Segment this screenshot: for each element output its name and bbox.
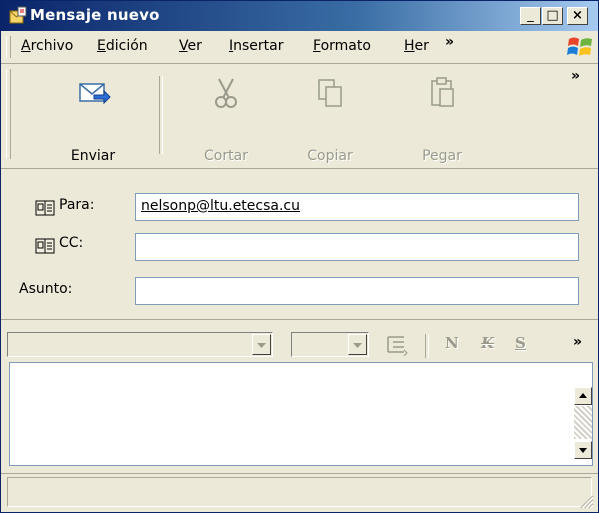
title-bar[interactable]: Mensaje nuevo _ □ × — [1, 1, 598, 31]
address-book-icon[interactable] — [35, 238, 55, 254]
arrow-up-icon — [579, 393, 587, 398]
maximize-button[interactable]: □ — [542, 7, 563, 25]
cc-field[interactable] — [135, 233, 579, 261]
size-select[interactable] — [291, 332, 369, 357]
scissors-icon — [215, 78, 237, 108]
italic-button[interactable]: K — [481, 334, 494, 352]
cut-label: Cortar — [204, 148, 248, 164]
to-label: Para: — [59, 197, 95, 213]
paste-icon — [431, 77, 454, 107]
menu-grip[interactable] — [6, 36, 11, 58]
windows-logo-icon — [567, 37, 592, 56]
send-label: Enviar — [70, 148, 116, 164]
menu-insertar[interactable]: Insertar — [229, 38, 284, 54]
paste-button[interactable]: Pegar — [397, 68, 487, 164]
arrow-down-icon — [579, 448, 587, 453]
message-body[interactable] — [9, 362, 593, 466]
menu-bar: Archivo Edición Ver Insertar Formato Her… — [1, 31, 598, 64]
copy-icon — [318, 79, 342, 107]
toolbar-overflow-button[interactable]: » — [571, 68, 580, 84]
address-book-icon[interactable] — [35, 200, 55, 216]
minimize-button[interactable]: _ — [520, 7, 541, 25]
bold-button[interactable]: N — [445, 334, 459, 352]
status-bar — [1, 473, 598, 512]
underline-button[interactable]: S — [515, 334, 526, 352]
cut-button[interactable]: Cortar — [181, 68, 271, 164]
subject-label: Asunto: — [19, 281, 73, 297]
format-overflow-button[interactable]: » — [573, 334, 582, 350]
menu-ver[interactable]: Ver — [179, 38, 202, 54]
cc-label: CC: — [59, 235, 84, 251]
copy-label: Copiar — [307, 148, 353, 164]
to-recipient[interactable]: nelsonp@ltu.etecsa.cu — [141, 198, 300, 214]
chevron-down-icon — [257, 343, 266, 348]
formatting-bar: N K S » — [1, 319, 598, 362]
toolbar-grip[interactable] — [6, 69, 11, 159]
close-button[interactable]: × — [567, 7, 588, 25]
message-icon — [9, 6, 27, 24]
send-button[interactable]: Enviar — [45, 68, 141, 164]
chevron-down-icon — [353, 343, 362, 348]
format-separator — [425, 334, 429, 358]
size-dropdown-button[interactable] — [348, 334, 367, 355]
font-select[interactable] — [7, 332, 273, 357]
message-header: Para: nelsonp@ltu.etecsa.cu CC: Asunto: — [1, 169, 598, 319]
paste-label: Pegar — [422, 148, 462, 164]
to-field[interactable]: nelsonp@ltu.etecsa.cu — [135, 193, 579, 221]
window-title: Mensaje nuevo — [30, 6, 160, 24]
toolbar: Enviar Cortar Copiar Pegar » — [1, 64, 598, 169]
scroll-up-button[interactable] — [574, 387, 592, 405]
copy-button[interactable]: Copiar — [285, 68, 375, 164]
compose-window: Mensaje nuevo _ □ × Archivo Edición Ver … — [0, 0, 599, 513]
toolbar-separator — [159, 76, 163, 154]
list-icon[interactable] — [385, 334, 409, 356]
scroll-down-button[interactable] — [574, 441, 592, 459]
menu-formato[interactable]: Formato — [313, 38, 371, 54]
resize-grip-icon[interactable] — [578, 493, 594, 509]
vertical-scrollbar[interactable] — [574, 363, 592, 465]
menu-edicion[interactable]: Edición — [97, 38, 148, 54]
menu-archivo[interactable]: Archivo — [21, 38, 73, 54]
menu-overflow-button[interactable]: » — [445, 34, 454, 50]
scrollbar-track[interactable] — [574, 406, 592, 439]
status-panel — [7, 477, 592, 507]
menu-herramientas[interactable]: Her — [404, 38, 429, 54]
send-icon — [79, 83, 111, 105]
subject-field[interactable] — [135, 277, 579, 305]
font-dropdown-button[interactable] — [252, 334, 271, 355]
